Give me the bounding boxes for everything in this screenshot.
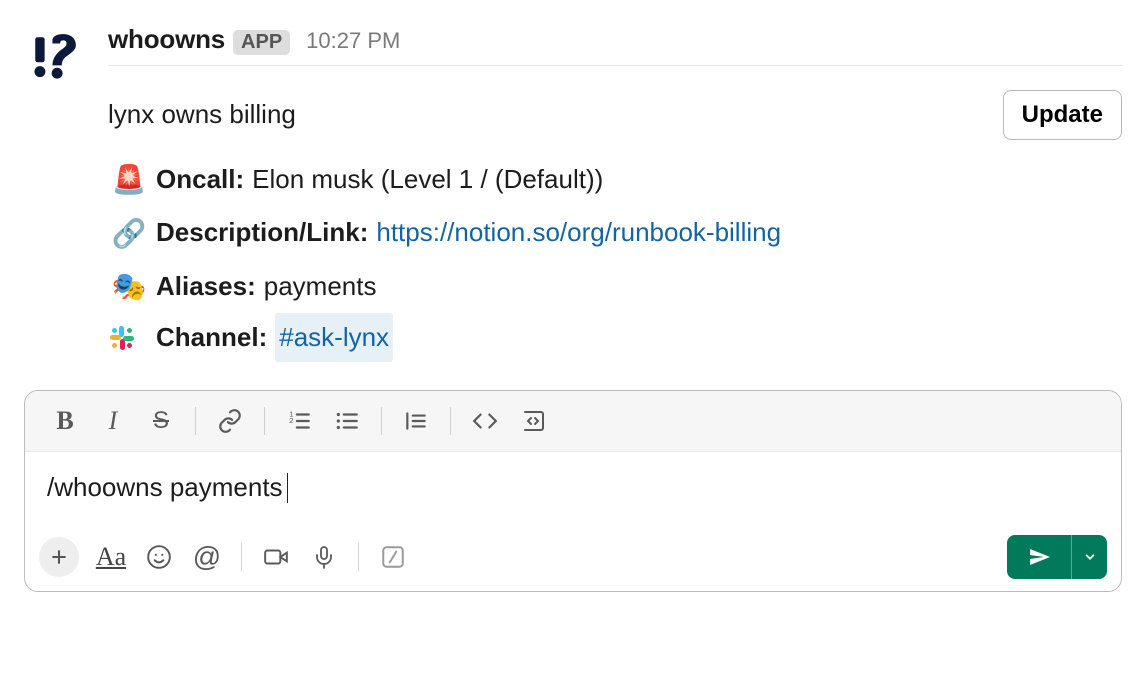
- format-toolbar: B I S 12: [25, 391, 1121, 452]
- separator: [358, 543, 359, 571]
- description-label: Description/Link:: [156, 208, 368, 257]
- italic-button[interactable]: I: [89, 399, 137, 443]
- codeblock-button[interactable]: [509, 399, 557, 443]
- send-options-button[interactable]: [1071, 535, 1107, 579]
- separator: [450, 407, 451, 435]
- slack-icon: [108, 324, 150, 352]
- bullet-list-button[interactable]: [323, 399, 371, 443]
- bold-button[interactable]: B: [41, 399, 89, 443]
- aliases-label: Aliases:: [156, 262, 256, 311]
- channel-label: Channel:: [156, 313, 267, 362]
- description-row: 🔗 Description/Link: https://notion.so/or…: [108, 207, 991, 260]
- separator: [381, 407, 382, 435]
- send-group: [1007, 535, 1107, 579]
- oncall-value: Elon musk (Level 1 / (Default)): [252, 155, 603, 204]
- svg-text:2: 2: [289, 417, 293, 426]
- separator: [241, 543, 242, 571]
- aliases-value: payments: [264, 262, 377, 311]
- shortcuts-button[interactable]: [369, 535, 417, 579]
- sender-name: whoowns: [108, 24, 225, 55]
- action-toolbar: Aa @: [25, 527, 1121, 591]
- emoji-button[interactable]: [135, 535, 183, 579]
- link-icon: 🔗: [108, 207, 150, 260]
- message-input[interactable]: /whoowns payments: [25, 452, 1121, 527]
- attach-button[interactable]: [39, 537, 79, 577]
- link-button[interactable]: [206, 399, 254, 443]
- input-text: /whoowns payments: [47, 472, 283, 503]
- app-badge: APP: [233, 30, 290, 55]
- mention-button[interactable]: @: [183, 535, 231, 579]
- code-button[interactable]: [461, 399, 509, 443]
- blockquote-button[interactable]: [392, 399, 440, 443]
- channel-row: Channel: #ask-lynx: [108, 313, 991, 362]
- separator: [264, 407, 265, 435]
- audio-button[interactable]: [300, 535, 348, 579]
- text-cursor: [287, 473, 289, 503]
- siren-icon: 🚨: [108, 153, 150, 206]
- oncall-label: Oncall:: [156, 155, 244, 204]
- aliases-row: 🎭 Aliases: payments: [108, 260, 991, 313]
- separator: [195, 407, 196, 435]
- ordered-list-button[interactable]: 12: [275, 399, 323, 443]
- message-header: whoowns APP 10:27 PM: [108, 24, 1122, 66]
- masks-icon: 🎭: [108, 260, 150, 313]
- message-content: lynx owns billing 🚨 Oncall: Elon musk (L…: [108, 90, 991, 362]
- message-heading: lynx owns billing: [108, 90, 991, 139]
- timestamp: 10:27 PM: [306, 28, 400, 54]
- send-button[interactable]: [1007, 535, 1071, 579]
- message: whoowns APP 10:27 PM lynx owns billing 🚨…: [0, 0, 1146, 362]
- video-button[interactable]: [252, 535, 300, 579]
- update-button[interactable]: Update: [1003, 90, 1122, 140]
- description-link[interactable]: https://notion.so/org/runbook-billing: [376, 208, 781, 257]
- oncall-row: 🚨 Oncall: Elon musk (Level 1 / (Default)…: [108, 153, 991, 206]
- strike-button[interactable]: S: [137, 399, 185, 443]
- format-toggle-button[interactable]: Aa: [87, 535, 135, 579]
- composer: B I S 12 /whoowns payments Aa: [24, 390, 1122, 592]
- app-avatar: [28, 30, 80, 82]
- message-body: whoowns APP 10:27 PM lynx owns billing 🚨…: [108, 24, 1122, 362]
- channel-link[interactable]: #ask-lynx: [275, 313, 393, 362]
